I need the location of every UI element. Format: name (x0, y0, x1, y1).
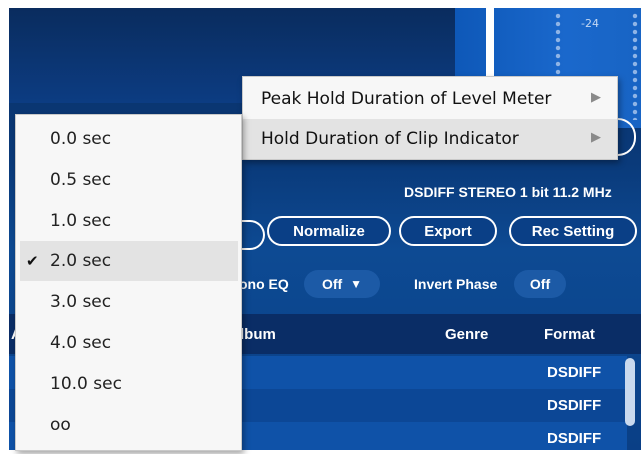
menu-item-clip-hold[interactable]: Hold Duration of Clip Indicator ▶ (243, 119, 617, 159)
normalize-button[interactable]: Normalize (267, 216, 391, 246)
export-label: Export (424, 222, 472, 240)
normalize-label: Normalize (293, 222, 365, 240)
invert-phase-toggle[interactable]: Off (514, 270, 566, 298)
cell-format: DSDIFF (547, 397, 602, 414)
menu-item-label: Peak Hold Duration of Level Meter (261, 89, 552, 109)
rec-setting-button[interactable]: Rec Setting (509, 216, 637, 246)
submenu-item-infinite[interactable]: oo (20, 405, 238, 445)
submenu-arrow-icon: ▶ (591, 130, 601, 145)
submenu-item-label: 0.0 sec (50, 129, 112, 149)
submenu-item-label: 4.0 sec (50, 333, 112, 353)
submenu-item-label: 1.0 sec (50, 211, 112, 231)
submenu-item-0-0-sec[interactable]: 0.0 sec (20, 119, 238, 159)
level-meter-dots-right (631, 12, 639, 120)
eq-dropdown[interactable]: Off ▼ (304, 270, 380, 298)
meter-scale-label: -24 (581, 17, 599, 30)
checkmark-icon: ✔ (26, 252, 39, 270)
submenu-item-label: 10.0 sec (50, 374, 122, 394)
context-menu: Peak Hold Duration of Level Meter ▶ Hold… (242, 76, 618, 160)
column-header-format[interactable]: Format (544, 326, 595, 343)
submenu-item-label: 3.0 sec (50, 292, 112, 312)
scrollbar-thumb[interactable] (625, 358, 635, 426)
submenu-item-3-0-sec[interactable]: 3.0 sec (20, 282, 238, 322)
submenu-item-4-0-sec[interactable]: 4.0 sec (20, 323, 238, 363)
eq-label: ono EQ (239, 276, 289, 292)
clip-hold-submenu: 0.0 sec 0.5 sec 1.0 sec ✔ 2.0 sec 3.0 se… (15, 114, 242, 451)
submenu-item-label: 2.0 sec (50, 251, 112, 271)
submenu-item-0-5-sec[interactable]: 0.5 sec (20, 160, 238, 200)
cell-format: DSDIFF (547, 430, 602, 447)
cell-format: DSDIFF (547, 364, 602, 381)
submenu-item-10-0-sec[interactable]: 10.0 sec (20, 364, 238, 404)
format-info: DSDIFF STEREO 1 bit 11.2 MHz (404, 184, 612, 200)
invert-phase-value: Off (529, 276, 551, 292)
export-button[interactable]: Export (399, 216, 497, 246)
submenu-item-1-0-sec[interactable]: 1.0 sec (20, 201, 238, 241)
submenu-item-label: 0.5 sec (50, 170, 112, 190)
chevron-down-icon: ▼ (350, 277, 363, 291)
eq-value: Off (321, 276, 343, 292)
column-header-genre[interactable]: Genre (445, 326, 488, 343)
column-header-album[interactable]: lbum (240, 326, 276, 343)
submenu-arrow-icon: ▶ (591, 90, 601, 105)
partial-button[interactable] (239, 220, 265, 250)
submenu-item-label: oo (50, 415, 71, 435)
submenu-item-2-0-sec[interactable]: ✔ 2.0 sec (20, 241, 238, 281)
invert-phase-label: Invert Phase (414, 276, 498, 292)
menu-item-peak-hold[interactable]: Peak Hold Duration of Level Meter ▶ (243, 79, 617, 119)
rec-setting-label: Rec Setting (531, 222, 615, 240)
menu-item-label: Hold Duration of Clip Indicator (261, 129, 519, 149)
